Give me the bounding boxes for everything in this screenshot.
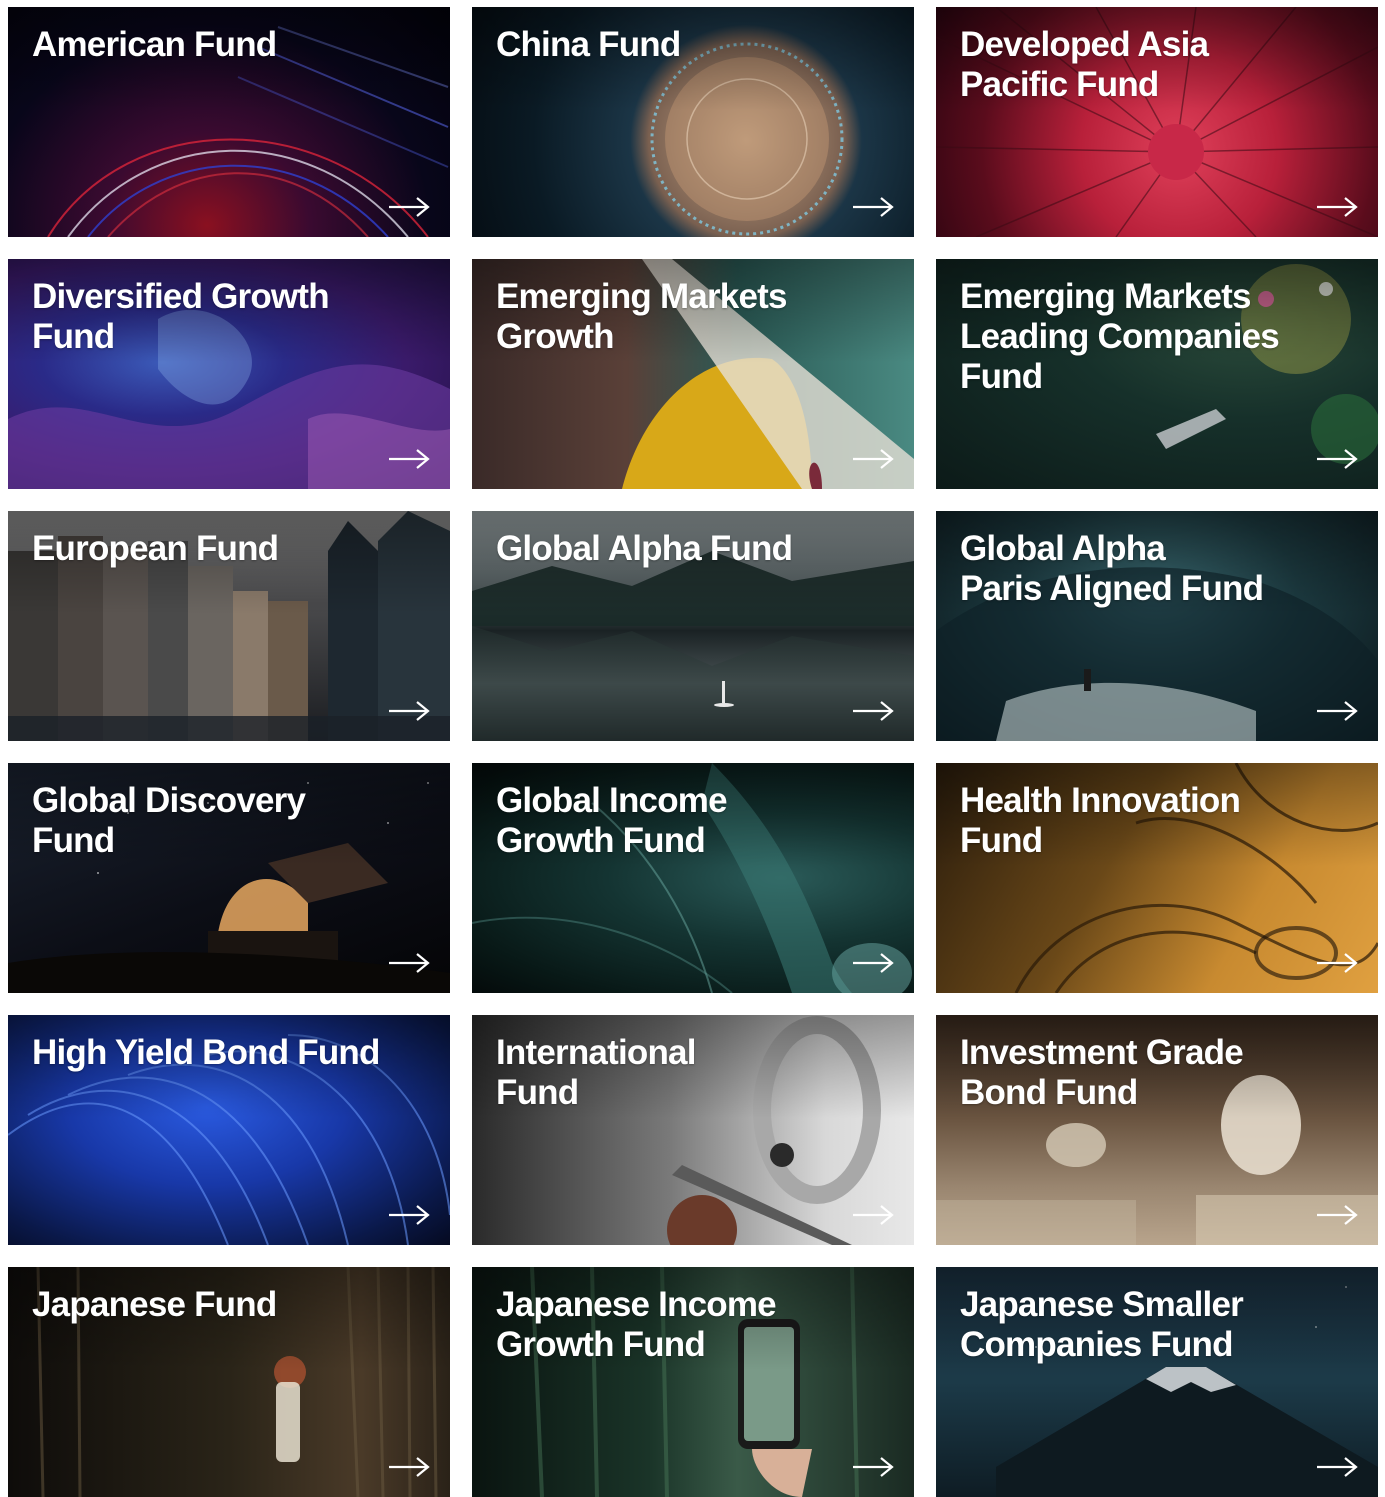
fund-card-china[interactable]: China Fund xyxy=(472,7,914,237)
arrow-right-icon xyxy=(853,449,894,469)
fund-card-emerging-markets-leading-companies[interactable]: Emerging Markets Leading Companies Fund xyxy=(936,259,1378,489)
fund-card-japanese[interactable]: Japanese Fund xyxy=(8,1267,450,1497)
fund-title: Global Alpha Fund xyxy=(496,529,793,568)
fund-title: Japanese Income Growth Fund xyxy=(496,1285,777,1364)
arrow-right-icon xyxy=(1317,449,1358,469)
fund-card-global-discovery[interactable]: Global Discovery Fund xyxy=(8,763,450,993)
fund-card-european[interactable]: European Fund xyxy=(8,511,450,741)
fund-title: Japanese Smaller Companies Fund xyxy=(960,1285,1244,1364)
arrow-right-icon xyxy=(853,701,894,721)
fund-card-international[interactable]: International Fund xyxy=(472,1015,914,1245)
fund-title: Health Innovation Fund xyxy=(960,781,1241,860)
arrow-right-icon xyxy=(1317,1457,1358,1477)
fund-card-emerging-markets-growth[interactable]: Emerging Markets Growth xyxy=(472,259,914,489)
fund-title: Japanese Fund xyxy=(32,1285,277,1324)
arrow-right-icon xyxy=(389,701,430,721)
arrow-right-icon xyxy=(389,1205,430,1225)
fund-grid: American Fund China Fund Developed Asia … xyxy=(8,7,1378,1497)
arrow-right-icon xyxy=(1317,953,1358,973)
fund-title: Emerging Markets Leading Companies Fund xyxy=(960,277,1280,396)
arrow-right-icon xyxy=(389,953,430,973)
arrow-right-icon xyxy=(853,197,894,217)
fund-title: Developed Asia Pacific Fund xyxy=(960,25,1209,104)
fund-title: Diversified Growth Fund xyxy=(32,277,330,356)
fund-title: High Yield Bond Fund xyxy=(32,1033,380,1072)
fund-card-global-alpha[interactable]: Global Alpha Fund xyxy=(472,511,914,741)
fund-card-global-income-growth[interactable]: Global Income Growth Fund xyxy=(472,763,914,993)
fund-card-global-alpha-paris-aligned[interactable]: Global Alpha Paris Aligned Fund xyxy=(936,511,1378,741)
fund-card-diversified-growth[interactable]: Diversified Growth Fund xyxy=(8,259,450,489)
fund-title: Investment Grade Bond Fund xyxy=(960,1033,1244,1112)
arrow-right-icon xyxy=(1317,1205,1358,1225)
arrow-right-icon xyxy=(1317,701,1358,721)
fund-title: Emerging Markets Growth xyxy=(496,277,787,356)
fund-title: China Fund xyxy=(496,25,681,64)
arrow-right-icon xyxy=(389,449,430,469)
arrow-right-icon xyxy=(389,197,430,217)
fund-card-high-yield-bond[interactable]: High Yield Bond Fund xyxy=(8,1015,450,1245)
fund-card-health-innovation[interactable]: Health Innovation Fund xyxy=(936,763,1378,993)
fund-title: Global Alpha Paris Aligned Fund xyxy=(960,529,1264,608)
fund-title: European Fund xyxy=(32,529,279,568)
fund-title: Global Income Growth Fund xyxy=(496,781,728,860)
fund-card-japanese-income-growth[interactable]: Japanese Income Growth Fund xyxy=(472,1267,914,1497)
fund-card-american[interactable]: American Fund xyxy=(8,7,450,237)
arrow-right-icon xyxy=(1317,197,1358,217)
fund-title: American Fund xyxy=(32,25,277,64)
fund-title: International Fund xyxy=(496,1033,696,1112)
arrow-right-icon xyxy=(853,953,894,973)
fund-card-japanese-smaller-companies[interactable]: Japanese Smaller Companies Fund xyxy=(936,1267,1378,1497)
fund-card-investment-grade-bond[interactable]: Investment Grade Bond Fund xyxy=(936,1015,1378,1245)
arrow-right-icon xyxy=(853,1205,894,1225)
arrow-right-icon xyxy=(389,1457,430,1477)
fund-title: Global Discovery Fund xyxy=(32,781,306,860)
arrow-right-icon xyxy=(853,1457,894,1477)
fund-card-developed-asia-pacific[interactable]: Developed Asia Pacific Fund xyxy=(936,7,1378,237)
